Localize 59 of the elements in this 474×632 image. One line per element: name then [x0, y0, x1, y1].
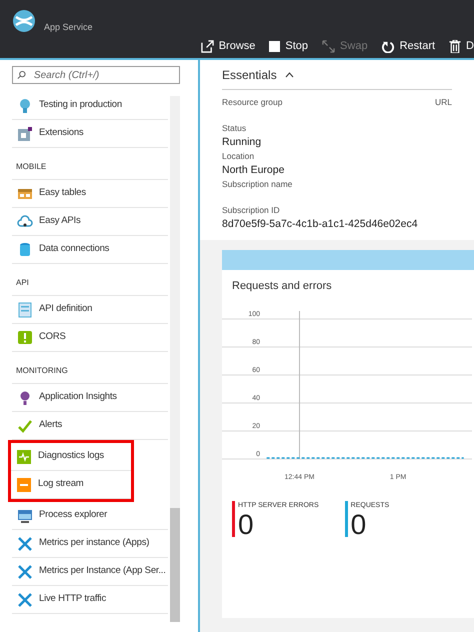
field-label: Resource group — [222, 96, 284, 108]
field-label: Location — [222, 150, 256, 162]
toolbar-button[interactable]: Restart — [382, 38, 436, 54]
section-heading: MONITORING — [12, 352, 168, 384]
app-service-logo-icon — [12, 9, 36, 33]
search-field[interactable]: Search (Ctrl+/) — [12, 66, 180, 84]
sidebar-item[interactable]: Live HTTP traffic — [12, 586, 168, 614]
chart-title: Requests and errors — [231, 279, 333, 294]
menu-item-icon — [17, 302, 33, 318]
external-link-icon — [200, 40, 214, 52]
sidebar-item[interactable]: Diagnostics logs — [11, 443, 131, 471]
menu-item-icon — [17, 508, 33, 524]
essentials-toggle[interactable]: Essentials — [222, 60, 452, 90]
menu-item-icon — [17, 536, 33, 552]
sidebar-item[interactable]: API definition — [12, 296, 168, 324]
sidebar-item[interactable]: Application Insights — [12, 384, 168, 412]
toolbar-button[interactable]: Browse — [200, 38, 256, 54]
field-value: Running — [222, 135, 262, 150]
swap-arrows-icon — [322, 40, 336, 52]
stop-icon — [269, 40, 280, 52]
restart-icon — [382, 40, 395, 52]
toolbar-button[interactable]: D — [449, 38, 474, 54]
sidebar-item[interactable]: Easy APIs — [12, 208, 168, 236]
menu-item-icon — [17, 214, 33, 230]
search-icon — [17, 70, 26, 80]
menu-item-icon — [17, 592, 33, 608]
sidebar-item[interactable]: Testing in production — [12, 92, 168, 120]
trash-icon — [449, 40, 462, 52]
resource-type: App Service — [44, 21, 93, 34]
sidebar-item[interactable]: Extensions — [12, 120, 168, 148]
field-label: URL — [434, 96, 452, 109]
menu-item-icon — [17, 564, 33, 580]
menu-item-icon — [17, 330, 33, 346]
menu-item-icon — [17, 126, 33, 142]
chevron-icon — [284, 72, 294, 78]
sidebar-item[interactable]: Metrics per Instance (App Ser... — [12, 558, 168, 586]
sidebar-item[interactable]: Log stream — [11, 471, 131, 499]
tile-value: 0 — [350, 511, 368, 539]
field-label: Subscription name — [222, 178, 294, 190]
section-heading: MOBILE — [12, 148, 168, 180]
menu-item-icon — [17, 98, 33, 114]
sidebar-item[interactable]: Easy tables — [12, 180, 168, 208]
sidebar-item[interactable]: Process explorer — [12, 502, 168, 530]
toolbar-button[interactable]: Stop — [269, 38, 308, 54]
menu-item-icon — [16, 448, 32, 464]
tile-value: 0 — [238, 511, 255, 539]
sidebar-item[interactable]: Metrics per instance (Apps) — [12, 530, 168, 558]
field-label: Status — [222, 122, 248, 134]
search-input[interactable]: Search (Ctrl+/) — [34, 68, 175, 82]
field-value: 8d70e5f9-5a7c-4c1b-a1c1-425d46e02ec4 — [222, 217, 419, 232]
sidebar-item[interactable]: CORS — [12, 324, 168, 352]
menu-item-icon — [16, 476, 32, 492]
menu-item-icon — [17, 418, 33, 434]
sidebar-item[interactable]: Alerts — [12, 412, 168, 440]
sidebar-item[interactable]: Data connections — [12, 236, 168, 264]
field-label: Subscription ID — [222, 204, 281, 216]
section-heading: API — [12, 264, 168, 296]
field-value: North Europe — [222, 163, 286, 178]
menu-item-icon — [17, 242, 33, 258]
